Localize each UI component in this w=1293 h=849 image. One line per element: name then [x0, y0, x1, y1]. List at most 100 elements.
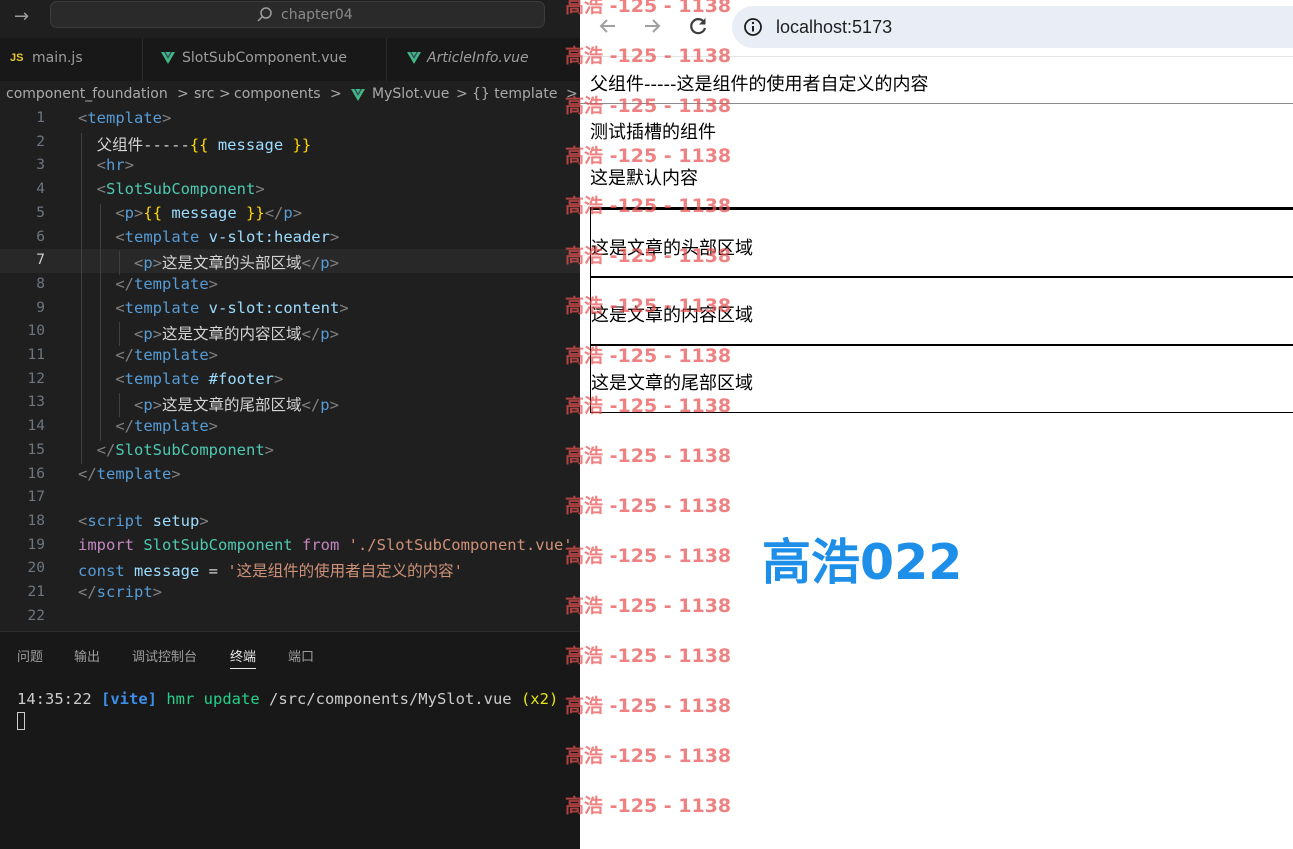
line-number: 17	[27, 489, 45, 506]
parent-text: 父组件-----这是组件的使用者自定义的内容	[590, 74, 929, 95]
code-line[interactable]: 7 <p>这是文章的头部区域</p>	[0, 249, 580, 274]
code-token: }}	[292, 135, 312, 154]
code-token: >	[292, 203, 303, 222]
code-line[interactable]: 8 </template>	[0, 273, 580, 297]
code-text: <SlotSubComponent>	[78, 180, 265, 198]
code-token: >	[339, 298, 349, 317]
code-token: template	[96, 464, 172, 483]
code-line[interactable]: 2 父组件-----{{ message }}	[0, 131, 580, 155]
code-token: 这是文章的尾部区域	[162, 396, 302, 415]
code-text: <template>	[78, 109, 171, 127]
line-number: 18	[27, 512, 45, 529]
breadcrumb-item[interactable]: component_foundation	[6, 86, 168, 102]
code-line[interactable]: 9 <template v-slot:content>	[0, 297, 580, 321]
code-area[interactable]: 1 <template> 2 父组件-----{{ message }} 3 <hr>…	[0, 107, 580, 627]
panel-tab-output[interactable]: 输出	[74, 646, 100, 665]
panel-tab-problems[interactable]: 问题	[17, 646, 43, 665]
code-line[interactable]: 15 </SlotSubComponent>	[0, 439, 580, 463]
code-text: </script>	[78, 583, 162, 601]
code-line[interactable]: 20 const message = '这是组件的使用者自定义的内容'	[0, 557, 580, 581]
code-line[interactable]: 21 </script>	[0, 581, 580, 605]
address-bar[interactable]: localhost:5173	[732, 6, 1293, 48]
reload-icon[interactable]	[686, 14, 710, 38]
code-line[interactable]: 6 <template v-slot:header>	[0, 226, 580, 250]
horizontal-rule	[580, 103, 1293, 104]
code-token: template	[124, 298, 200, 317]
code-line[interactable]: 14 </template>	[0, 415, 580, 439]
code-token: >	[329, 325, 339, 344]
code-token: >	[124, 156, 135, 175]
breadcrumb-item[interactable]: MySlot.vue	[372, 86, 449, 102]
tab-main-js[interactable]: JS main.js	[0, 38, 143, 81]
tab-label: ArticleInfo.vue	[427, 50, 529, 66]
code-line[interactable]: 3 <hr>	[0, 154, 580, 178]
back-arrow-icon[interactable]	[596, 14, 620, 38]
tab-slotsubcomponent-vue[interactable]: SlotSubComponent.vue	[143, 38, 387, 81]
breadcrumb-item[interactable]: {} template	[472, 86, 557, 102]
code-token: template	[134, 417, 209, 436]
code-text: <p>这是文章的头部区域</p>	[78, 251, 339, 273]
line-number: 10	[27, 323, 45, 340]
code-token: }}	[246, 203, 265, 222]
code-line[interactable]: 22	[0, 605, 580, 629]
page-content: 父组件-----这是组件的使用者自定义的内容 测试插槽的组件 这是默认内容 这是…	[580, 57, 1293, 849]
code-token: >	[329, 254, 339, 273]
code-token: <	[134, 396, 144, 415]
line-number: 20	[27, 560, 45, 577]
code-text: </template>	[78, 346, 218, 364]
code-line[interactable]: 1 <template>	[0, 107, 580, 131]
code-text: <p>{{ message }}</p>	[78, 204, 302, 222]
code-line[interactable]: 19 import SlotSubComponent from './SlotSu…	[0, 534, 580, 558]
code-token: p	[143, 254, 153, 273]
code-text: <template #footer>	[78, 370, 283, 388]
code-line[interactable]: 13 <p>这是文章的尾部区域</p>	[0, 391, 580, 415]
code-line[interactable]: 4 <SlotSubComponent>	[0, 178, 580, 202]
code-line[interactable]: 17	[0, 486, 580, 510]
forward-arrow-icon[interactable]	[640, 14, 664, 38]
code-token: const	[78, 562, 125, 581]
code-text: <p>这是文章的内容区域</p>	[78, 322, 339, 344]
code-token: v-slot:content	[199, 298, 340, 317]
code-token: >	[152, 325, 163, 344]
breadcrumb-item[interactable]: src	[194, 86, 214, 102]
info-icon[interactable]	[743, 17, 763, 37]
code-token: 这是文章的内容区域	[162, 325, 302, 344]
panel-tab-terminal[interactable]: 终端	[230, 646, 257, 669]
author-watermark: 高浩022	[762, 534, 963, 591]
code-token: >	[329, 396, 339, 415]
breadcrumb-separator: >	[456, 86, 468, 102]
browser-window: localhost:5173 父组件-----这是组件的使用者自定义的内容 测试…	[580, 0, 1293, 849]
code-line[interactable]: 5 <p>{{ message }}</p>	[0, 202, 580, 226]
code-token: script	[96, 583, 153, 601]
code-token: v-slot:header	[199, 227, 330, 246]
code-line[interactable]: 11 </template>	[0, 344, 580, 368]
code-token: <	[96, 180, 107, 199]
indent-guide	[119, 393, 120, 418]
panel-tab-debug-console[interactable]: 调试控制台	[132, 646, 197, 665]
code-text: import SlotSubComponent from './SlotSubC…	[78, 536, 573, 554]
code-line[interactable]: 16 </template>	[0, 463, 580, 487]
breadcrumb-separator: >	[330, 86, 342, 102]
command-center[interactable]: chapter04	[50, 1, 545, 28]
code-token: >	[199, 511, 209, 530]
panel-tab-ports[interactable]: 端口	[288, 646, 314, 665]
tab-articleinfo-vue[interactable]: ArticleInfo.vue	[387, 38, 580, 81]
terminal-path: /src/components/MySlot.vue	[268, 690, 521, 708]
line-number: 16	[27, 465, 45, 482]
breadcrumb-separator: >	[219, 86, 231, 102]
line-number: 21	[27, 584, 45, 600]
footer-slot-text: 这是文章的尾部区域	[591, 373, 753, 394]
code-text: 父组件-----{{ message }}	[78, 133, 312, 155]
breadcrumb-item[interactable]: components	[234, 86, 321, 102]
code-line[interactable]: 18 <script setup>	[0, 510, 580, 534]
code-line[interactable]: 10 <p>这是文章的内容区域</p>	[0, 320, 580, 344]
code-line[interactable]: 12 <template #footer>	[0, 368, 580, 392]
code-token: SlotSubComponent	[115, 440, 265, 459]
workspace-title: chapter04	[281, 7, 353, 23]
forward-arrow-icon[interactable]: →	[14, 6, 29, 27]
code-token: <	[134, 254, 144, 273]
code-token: message	[208, 135, 293, 154]
